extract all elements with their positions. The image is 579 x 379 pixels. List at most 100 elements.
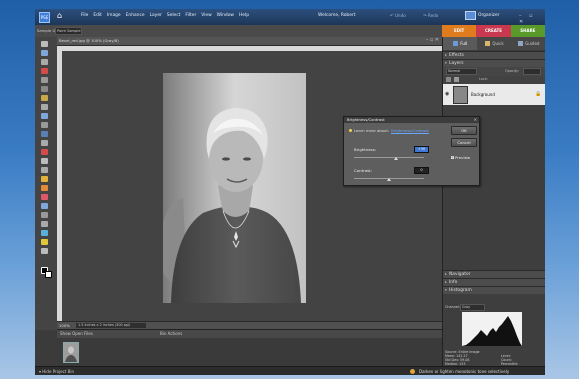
zoom-tool-icon[interactable] [41,50,48,56]
menu-enhance[interactable]: Enhance [126,13,145,18]
brightness-value-field[interactable]: +30 [414,146,429,153]
crop-tool-icon[interactable] [41,122,48,128]
eyedropper-tool-icon[interactable] [41,68,48,74]
hand-tool-icon[interactable] [41,59,48,65]
background-color-swatch[interactable] [45,271,52,278]
redo-button[interactable]: ↷ Redo [423,13,438,18]
clone-stamp-tool-icon[interactable] [41,167,48,173]
layer-row-background[interactable]: ◉ Background 🔒 [443,84,545,105]
close-icon[interactable]: ✕ [474,117,477,123]
dodge-tool-icon[interactable] [41,248,48,254]
move-tool-icon[interactable] [41,41,48,47]
document-window-controls[interactable]: – ▫ ✕ [426,37,439,43]
cancel-button[interactable]: Cancel [451,138,477,147]
subtab-full[interactable]: Full [443,37,478,50]
paint-bucket-tool-icon[interactable] [41,203,48,209]
hide-project-bin-button[interactable]: ▾ Hide Project Bin [39,369,74,374]
tab-edit[interactable]: EDIT [442,25,477,37]
open-file-thumbnail[interactable] [63,342,79,363]
brightness-slider-track[interactable] [354,157,424,158]
effects-panel-title: Effects [449,53,464,58]
menu-edit[interactable]: Edit [93,13,102,18]
subtab-quick-label: Quick [492,41,504,46]
document-photo[interactable] [163,73,306,303]
brightness-label: Brightness: [354,147,377,152]
lock-label: Lock: [479,77,488,81]
menu-layer[interactable]: Layer [150,13,162,18]
bin-actions-menu[interactable]: Bin Actions [160,331,182,336]
effects-panel-header[interactable]: ▸ Effects [443,51,545,59]
histogram-stats-secondary: Level: Count: Percentile: [501,354,518,366]
expand-arrow-icon: ▾ [445,61,447,65]
menu-view[interactable]: View [201,13,211,18]
opacity-field[interactable] [523,68,541,75]
navigator-panel-title: Navigator [449,272,471,277]
pencil-tool-icon[interactable] [41,176,48,182]
quick-selection-tool-icon[interactable] [41,104,48,110]
menu-window[interactable]: Window [217,13,234,18]
brush-icon[interactable] [454,77,459,82]
full-edit-icon [453,41,459,46]
learn-more-text: Learn more about: [354,128,390,133]
tab-share[interactable]: SHARE [510,25,545,37]
brightness-slider-handle[interactable] [394,157,398,160]
histogram-stats: Source: Entire Image Mean: 142.27 Std De… [445,350,480,366]
sponge-tool-icon[interactable] [41,239,48,245]
sample-preset-select[interactable]: Point Sample [55,27,82,35]
layers-panel-header[interactable]: ▾ Layers [443,59,545,67]
document-info[interactable]: 1.5 inches x 2 inches (300 ppi) [76,323,146,328]
contrast-slider-handle[interactable] [387,178,391,181]
gradient-tool-icon[interactable] [41,212,48,218]
preview-checkbox-box[interactable]: ✓ [451,156,454,159]
contrast-value-field[interactable]: 0 [414,167,429,174]
marquee-tool-icon[interactable] [41,77,48,83]
subtab-full-label: Full [460,41,468,46]
shape-tool-icon[interactable] [41,221,48,227]
subtab-quick[interactable]: Quick [477,37,511,50]
collapse-arrow-icon: ▸ [445,53,447,57]
spot-healing-tool-icon[interactable] [41,158,48,164]
menu-image[interactable]: Image [107,13,121,18]
brush-tool-icon[interactable] [41,185,48,191]
histogram-panel-header[interactable]: ▾ Histogram [443,286,545,294]
layer-thumbnail [453,86,468,104]
menu-help[interactable]: Help [239,13,249,18]
eraser-tool-icon[interactable] [41,194,48,200]
menu-bar: PSE ⌂ File Edit Image Enhance Layer Sele… [35,9,545,25]
straighten-tool-icon[interactable] [41,140,48,146]
preview-checkbox[interactable]: ✓ Preview [451,155,470,160]
menu-filter[interactable]: Filter [185,13,196,18]
zoom-level: 100% [59,323,70,328]
learn-more-link[interactable]: Brightness/Contrast [391,128,429,133]
info-panel-header[interactable]: ▸ Info [443,278,545,286]
menu-file[interactable]: File [81,13,88,18]
channel-select[interactable]: Gray [460,304,485,311]
navigator-panel-header[interactable]: ▸ Navigator [443,270,545,278]
window-controls[interactable]: – ▫ ✕ [519,13,545,25]
organizer-icon [465,11,476,20]
histogram-panel-title: Histogram [449,288,472,293]
ok-button[interactable]: OK [451,126,477,135]
show-open-files-select[interactable]: Show Open Files [60,331,93,336]
status-message: Darken or lighten monotonic tone selecti… [419,369,510,374]
lasso-tool-icon[interactable] [41,86,48,92]
blend-mode-select[interactable]: Normal [446,68,477,75]
visibility-eye-icon[interactable]: ◉ [445,91,449,97]
quick-edit-icon [485,41,491,46]
tab-create[interactable]: CREATE [476,25,511,37]
organizer-button[interactable]: Organizer [465,11,499,20]
magic-wand-tool-icon[interactable] [41,95,48,101]
home-icon[interactable]: ⌂ [57,12,65,20]
red-eye-tool-icon[interactable] [41,149,48,155]
type-tool-icon[interactable] [41,113,48,119]
cookie-cutter-tool-icon[interactable] [41,131,48,137]
blur-tool-icon[interactable] [41,230,48,236]
dialog-title-bar[interactable]: Brightness/Contrast [344,117,479,123]
bottom-status-bar: ▾ Hide Project Bin Darken or lighten mon… [35,366,545,375]
document-tab[interactable]: Bevel_red.jpg @ 100% (Gray/8) – ▫ ✕ [57,37,442,46]
menu-select[interactable]: Select [167,13,181,18]
subtab-guided[interactable]: Guided [512,37,545,50]
mode-tabs: EDIT CREATE SHARE [442,25,545,37]
undo-button[interactable]: ↶ Undo [390,13,406,18]
new-layer-icon[interactable] [446,77,451,82]
